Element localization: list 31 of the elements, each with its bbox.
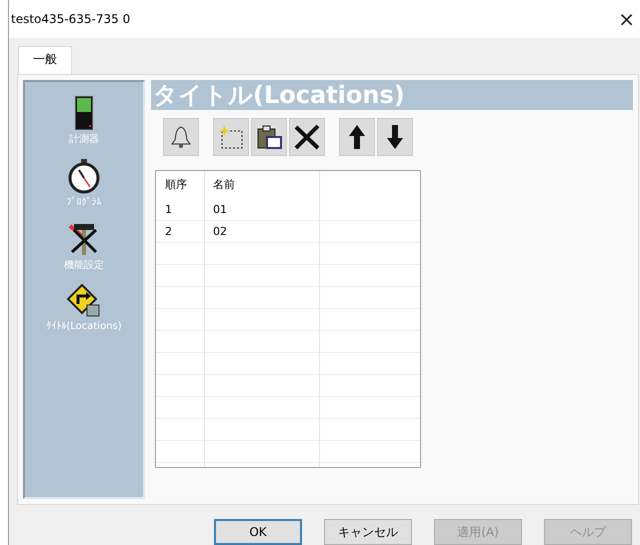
- table-cell-text: 01: [212, 202, 228, 218]
- table-cell-text: 1: [164, 202, 173, 218]
- delete-icon: [294, 124, 320, 150]
- delete-button[interactable]: [289, 118, 325, 156]
- meter-icon: [75, 96, 93, 130]
- sidebar-item[interactable]: ﾌﾟﾛｸﾞﾗﾑ: [66, 196, 102, 208]
- table-cell-text: 2: [164, 224, 173, 240]
- column-header: 名前: [212, 177, 236, 194]
- column-header: 順序: [164, 177, 188, 194]
- bell-icon: [171, 126, 191, 148]
- sidebar-item[interactable]: 計測器: [69, 132, 99, 146]
- road-sign-icon: [67, 284, 101, 318]
- window-title: testo435-635-735 0: [11, 12, 130, 26]
- new-item-icon: [218, 124, 244, 150]
- paste-icon: [256, 124, 282, 150]
- sidebar-item[interactable]: ﾀｲﾄﾙ(Locations): [46, 320, 122, 332]
- paste-button[interactable]: [251, 118, 287, 156]
- dialog-button[interactable]: OK: [214, 519, 302, 545]
- stopwatch-icon: [67, 158, 101, 194]
- down-arrow-icon: [386, 124, 404, 150]
- alarm-button[interactable]: [163, 118, 199, 156]
- table-cell-text: 02: [212, 224, 228, 240]
- move-down-button[interactable]: [377, 118, 413, 156]
- section-title: タイトル(Locations): [151, 80, 633, 110]
- new-button[interactable]: [213, 118, 249, 156]
- close-button[interactable]: ×: [618, 6, 635, 31]
- sidebar-item[interactable]: 機能設定: [64, 258, 104, 272]
- move-up-button[interactable]: [339, 118, 375, 156]
- tab[interactable]: 一般: [18, 46, 72, 74]
- dialog-button[interactable]: キャンセル: [324, 519, 412, 545]
- up-arrow-icon: [348, 124, 366, 150]
